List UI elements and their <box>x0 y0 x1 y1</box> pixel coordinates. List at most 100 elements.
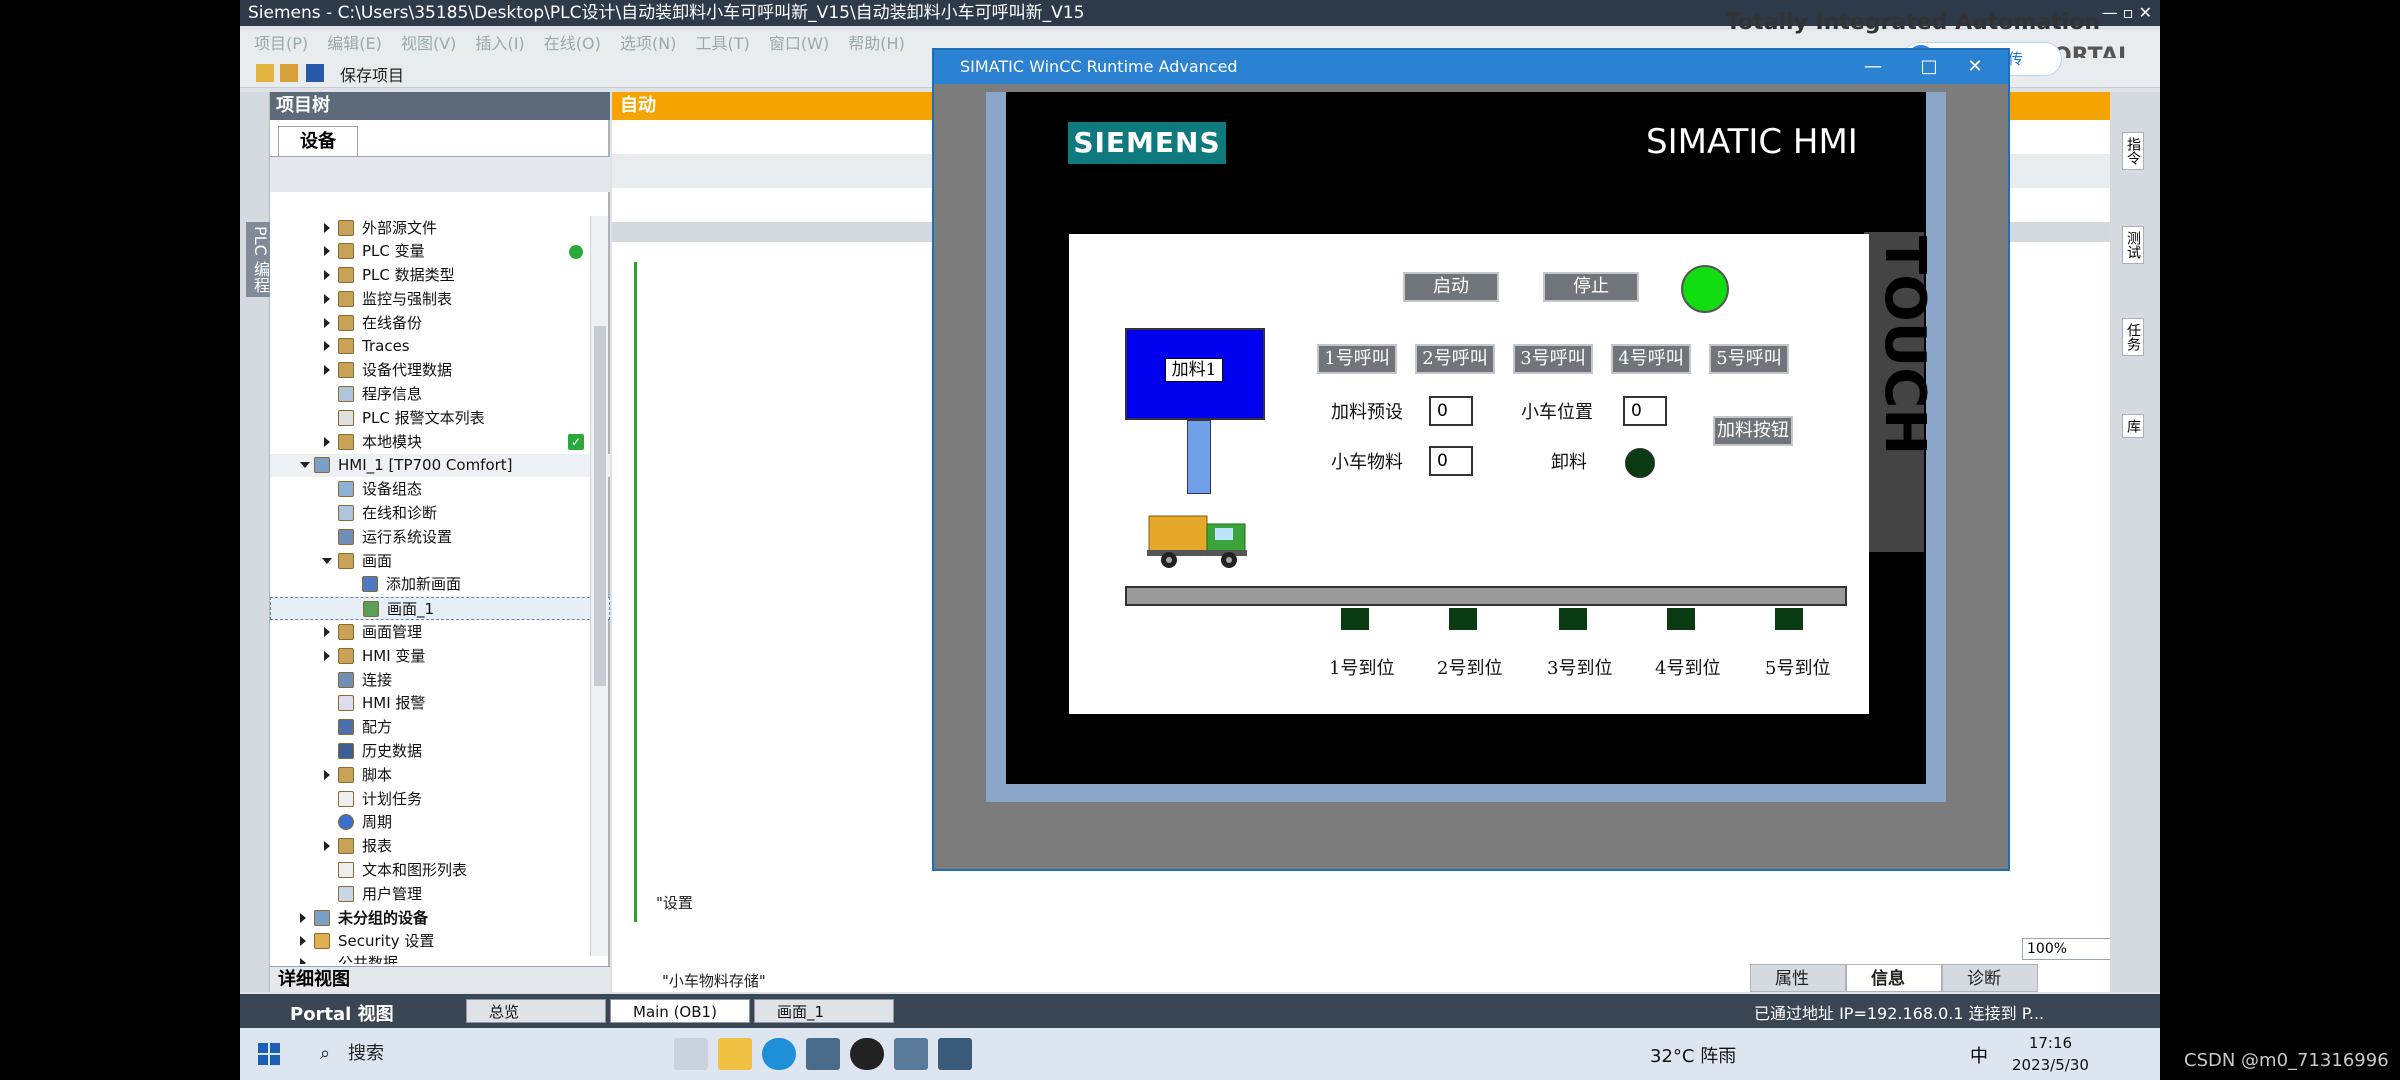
hmi-screen: 启动 停止 加料1 1号呼叫 2号呼叫 3号呼叫 4号呼叫 5号呼叫 加料预设 … <box>1069 234 1869 714</box>
recorder-icon[interactable] <box>850 1038 884 1070</box>
menu-edit[interactable]: 编辑(E) <box>327 34 382 53</box>
menu-insert[interactable]: 插入(I) <box>475 34 524 53</box>
tree-item-program-info[interactable]: 程序信息 <box>270 383 610 406</box>
stop-button[interactable]: 停止 <box>1543 272 1639 302</box>
minimize-icon[interactable]: — <box>1854 50 1892 84</box>
conveyor-track <box>1125 586 1847 606</box>
call-button-1[interactable]: 1号呼叫 <box>1317 344 1397 374</box>
ime-indicator[interactable]: 中 <box>1970 1042 1988 1068</box>
tree-item-hmi-alarms[interactable]: HMI 报警 <box>270 692 610 715</box>
tree-item-screen-1[interactable]: 画面_1 <box>270 597 610 620</box>
tree-item-scheduled-tasks[interactable]: 计划任务 <box>270 788 610 811</box>
start-button[interactable]: 启动 <box>1403 272 1499 302</box>
tree-item-hmi-1[interactable]: HMI_1 [TP700 Comfort] <box>270 454 610 477</box>
folder-icon <box>338 315 354 331</box>
tab-testing[interactable]: 测试 <box>2122 226 2144 264</box>
scroll-thumb[interactable] <box>594 326 606 686</box>
save-project-button[interactable]: 保存项目 <box>340 62 404 86</box>
tab-properties[interactable]: 属性 <box>1750 964 1846 992</box>
call-button-4[interactable]: 4号呼叫 <box>1611 344 1691 374</box>
check-icon: ✓ <box>568 434 584 450</box>
tree-item-online-backups[interactable]: 在线备份 <box>270 312 610 335</box>
tree-item-connections[interactable]: 连接 <box>270 669 610 692</box>
position-output: 0 <box>1623 396 1667 426</box>
alarm-icon <box>338 695 354 711</box>
tree-item-reports[interactable]: 报表 <box>270 835 610 858</box>
window-controls[interactable]: — ▫ ✕ <box>2102 0 2152 26</box>
menu-options[interactable]: 选项(N) <box>620 34 676 53</box>
menu-tools[interactable]: 工具(T) <box>696 34 750 53</box>
project-tree-header: 项目树 <box>270 92 610 120</box>
tree-item-security-settings[interactable]: Security 设置 <box>270 930 610 953</box>
tree-item-watch-force-tables[interactable]: 监控与强制表 <box>270 288 610 311</box>
tab-info[interactable]: 信息 <box>1846 964 1942 992</box>
folder-icon <box>338 362 354 378</box>
taskbar-search[interactable]: ⌕ 搜索 <box>312 1038 572 1070</box>
open-project-icon[interactable] <box>280 64 298 82</box>
tree-item-traces[interactable]: Traces <box>270 335 610 358</box>
tab-main-ob1[interactable]: Main (OB1) <box>610 999 750 1023</box>
screen-icon <box>363 601 379 617</box>
tree-item-external-sources[interactable]: 外部源文件 <box>270 217 610 240</box>
tree-item-scripts[interactable]: 脚本 <box>270 764 610 787</box>
preset-input[interactable]: 0 <box>1429 396 1473 426</box>
tab-overview[interactable]: 总览 <box>466 999 606 1023</box>
preset-label: 加料预设 <box>1331 402 1403 423</box>
weather-widget[interactable]: 32°C 阵雨 <box>1650 1042 1736 1068</box>
menu-online[interactable]: 在线(O) <box>544 34 601 53</box>
tree-item-ungrouped-devices[interactable]: 未分组的设备 <box>270 907 610 930</box>
wincc-runtime-icon[interactable] <box>938 1038 972 1070</box>
wincc-runtime-window: SIMATIC WinCC Runtime Advanced — □ ✕ SIE… <box>932 48 2010 871</box>
tree-item-screens[interactable]: 画面 <box>270 550 610 573</box>
call-button-2[interactable]: 2号呼叫 <box>1415 344 1495 374</box>
tab-diagnostics[interactable]: 诊断 <box>1942 964 2038 992</box>
menu-view[interactable]: 视图(V) <box>401 34 456 53</box>
task-view-icon[interactable] <box>674 1038 708 1070</box>
clock-date: 2023/5/30 <box>2012 1056 2089 1074</box>
load-button[interactable]: 加料按钮 <box>1713 416 1793 446</box>
maximize-icon[interactable]: □ <box>1910 50 1948 84</box>
tab-libraries[interactable]: 库 <box>2122 414 2144 438</box>
folder-icon <box>338 624 354 640</box>
detail-view-toggle[interactable]: 详细视图 <box>270 966 610 992</box>
tree-item-historical-data[interactable]: 历史数据 <box>270 740 610 763</box>
devices-tab[interactable]: 设备 <box>278 126 358 156</box>
call-button-3[interactable]: 3号呼叫 <box>1513 344 1593 374</box>
tree-item-plc-tags[interactable]: PLC 变量 <box>270 240 610 263</box>
call-button-5[interactable]: 5号呼叫 <box>1709 344 1789 374</box>
tree-item-hmi-tags[interactable]: HMI 变量 <box>270 645 610 668</box>
edge-icon[interactable] <box>762 1038 796 1070</box>
tree-item-runtime-settings[interactable]: 运行系统设置 <box>270 526 610 549</box>
tree-item-plc-data-types[interactable]: PLC 数据类型 <box>270 264 610 287</box>
tree-item-device-proxy[interactable]: 设备代理数据 <box>270 359 610 382</box>
tree-item-recipes[interactable]: 配方 <box>270 716 610 739</box>
menu-window[interactable]: 窗口(W) <box>769 34 829 53</box>
tab-instructions[interactable]: 指令 <box>2122 132 2144 170</box>
tree-item-common-data[interactable]: 公共数据 <box>270 952 610 964</box>
tree-scrollbar[interactable] <box>590 216 608 956</box>
windows-start-icon[interactable] <box>258 1043 280 1065</box>
cart-material-output: 0 <box>1429 446 1473 476</box>
tia-v15-icon[interactable] <box>806 1038 840 1070</box>
tree-item-online-diag[interactable]: 在线和诊断 <box>270 502 610 525</box>
tree-item-add-screen[interactable]: 添加新画面 <box>270 573 610 596</box>
save-icon[interactable] <box>306 64 324 82</box>
new-project-icon[interactable] <box>256 64 274 82</box>
tree-item-screen-management[interactable]: 画面管理 <box>270 621 610 644</box>
tree-item-text-graphic-lists[interactable]: 文本和图形列表 <box>270 859 610 882</box>
tree-item-cycles[interactable]: 周期 <box>270 811 610 834</box>
tree-item-user-admin[interactable]: 用户管理 <box>270 883 610 906</box>
menu-help[interactable]: 帮助(H) <box>848 34 905 53</box>
tab-screen-1[interactable]: 画面_1 <box>754 999 894 1023</box>
tree-item-local-modules[interactable]: 本地模块 ✓ <box>270 431 610 454</box>
tree-item-alarm-text-lists[interactable]: PLC 报警文本列表 <box>270 407 610 430</box>
file-explorer-icon[interactable] <box>718 1038 752 1070</box>
tree-item-device-config[interactable]: 设备组态 <box>270 478 610 501</box>
taskbar-clock[interactable]: 17:16 2023/5/30 <box>2012 1032 2089 1076</box>
close-icon[interactable]: ✕ <box>1956 50 1994 84</box>
plcsim-icon[interactable] <box>894 1038 928 1070</box>
tab-tasks[interactable]: 任务 <box>2122 318 2144 356</box>
menu-project[interactable]: 项目(P) <box>254 34 308 53</box>
windows-taskbar: ⌕ 搜索 32°C 阵雨 中 17:16 2023/5/30 <box>240 1028 2160 1080</box>
portal-view-button[interactable]: Portal 视图 <box>290 1000 394 1026</box>
